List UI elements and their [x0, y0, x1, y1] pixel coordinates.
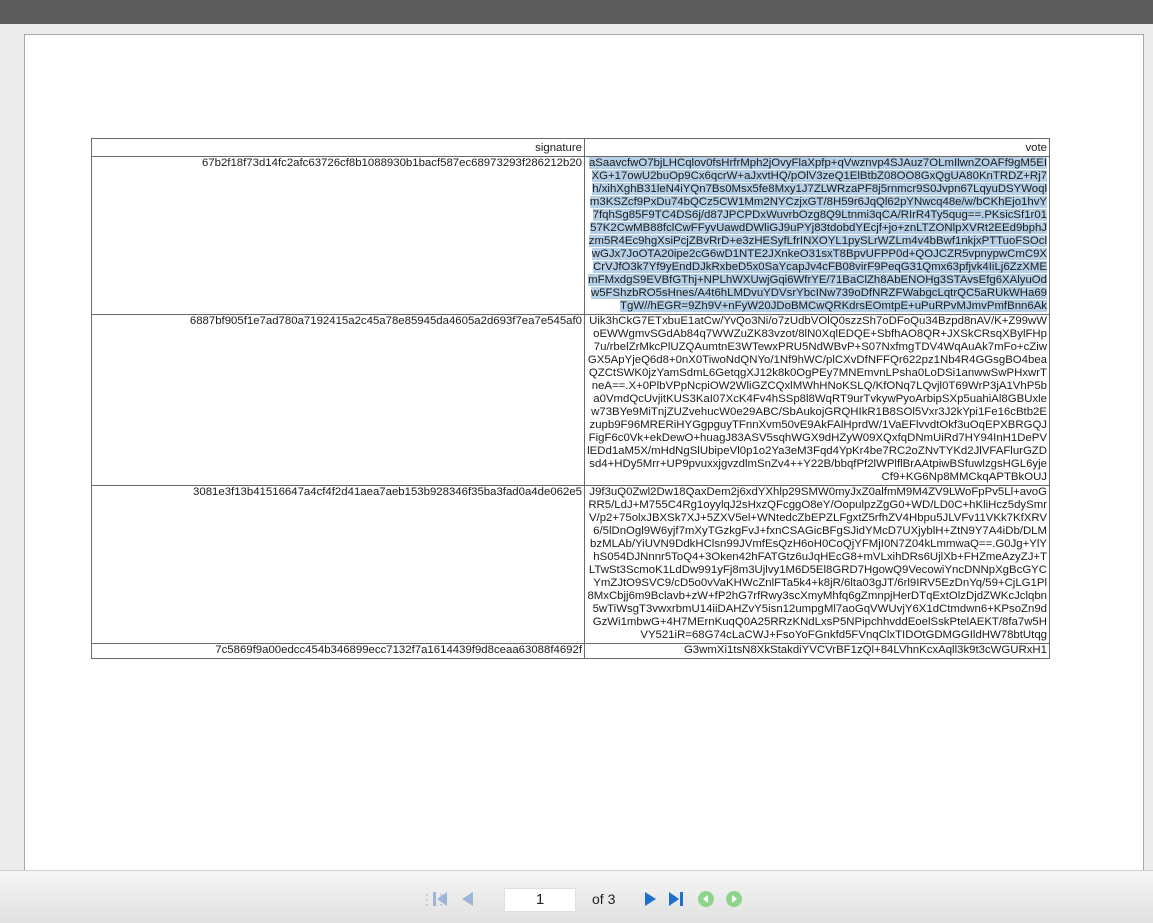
vote-text[interactable]: Uik3hCkG7ETxbuE1atCw/YvQo3Ni/o7zUdbVOlQ0… — [587, 315, 1047, 483]
column-header-signature: signature — [91, 138, 585, 157]
vote-cell[interactable]: J9f3uQ0Zwl2Dw18QaxDem2j6xdYXhlp29SMW0myJ… — [584, 485, 1050, 644]
table-row: 6887bf905f1e7ad780a7192415a2c45a78e85945… — [91, 314, 1050, 486]
signature-text: 67b2f18f73d14fc2afc63726cf8b1088930b1bac… — [201, 157, 582, 169]
back-icon — [698, 891, 714, 907]
vote-cell[interactable]: aSaavcfwO7bjLHCqlov0fsHrfrMph2jOvyFlaXpf… — [584, 156, 1050, 315]
window-top-bar — [0, 0, 1153, 24]
previous-page-button[interactable] — [458, 889, 478, 909]
page-number-input[interactable]: 1 — [504, 888, 576, 912]
column-header-vote: vote — [584, 138, 1050, 157]
grip-icon: ⋮⋮ — [420, 889, 448, 909]
forward-icon — [726, 891, 742, 907]
next-page-button[interactable] — [640, 889, 660, 909]
navigation-toolbar: ⋮⋮ 1 of 3 — [0, 870, 1153, 923]
table-row: 67b2f18f73d14fc2afc63726cf8b1088930b1bac… — [91, 156, 1050, 315]
vote-cell[interactable]: G3wmXi1tsN8XkStakdiYVCVrBF1zQl+84LVhnKcx… — [584, 643, 1050, 659]
previous-page-icon — [462, 892, 473, 906]
forward-button[interactable] — [724, 889, 744, 909]
signature-text: 6887bf905f1e7ad780a7192415a2c45a78e85945… — [189, 315, 582, 327]
last-page-button[interactable] — [666, 889, 686, 909]
vote-text[interactable]: J9f3uQ0Zwl2Dw18QaxDem2j6xdYXhlp29SMW0myJ… — [587, 486, 1047, 641]
signature-text: 3081e3f13b41516647a4cf4f2d41aea7aeb153b9… — [193, 486, 582, 498]
signature-text: 7c5869f9a00edcc454b346899ecc7132f7a16144… — [215, 644, 582, 656]
signature-cell: 3081e3f13b41516647a4cf4f2d41aea7aeb153b9… — [91, 485, 585, 644]
last-page-icon — [669, 892, 683, 906]
page-count-label: of 3 — [592, 891, 616, 907]
next-page-icon — [645, 892, 656, 906]
vote-text[interactable]: G3wmXi1tsN8XkStakdiYVCVrBF1zQl+84LVhnKcx… — [684, 644, 1047, 656]
first-page-icon — [433, 892, 447, 906]
vote-cell[interactable]: Uik3hCkG7ETxbuE1atCw/YvQo3Ni/o7zUdbVOlQ0… — [584, 314, 1050, 486]
table-row: 7c5869f9a00edcc454b346899ecc7132f7a16144… — [91, 643, 1050, 659]
report-page: signature vote 67b2f18f73d14fc2afc63726c… — [24, 34, 1144, 870]
report-viewer[interactable]: signature vote 67b2f18f73d14fc2afc63726c… — [0, 24, 1153, 870]
table-row: 3081e3f13b41516647a4cf4f2d41aea7aeb153b9… — [91, 485, 1050, 644]
first-page-button[interactable] — [430, 889, 450, 909]
back-button[interactable] — [696, 889, 716, 909]
signature-cell: 67b2f18f73d14fc2afc63726cf8b1088930b1bac… — [91, 156, 585, 315]
signature-cell: 6887bf905f1e7ad780a7192415a2c45a78e85945… — [91, 314, 585, 486]
vote-text-selected[interactable]: aSaavcfwO7bjLHCqlov0fsHrfrMph2jOvyFlaXpf… — [588, 157, 1047, 312]
signature-cell: 7c5869f9a00edcc454b346899ecc7132f7a16144… — [91, 643, 585, 659]
table-header-row: signature vote — [91, 138, 1050, 157]
report-table: signature vote 67b2f18f73d14fc2afc63726c… — [91, 138, 1050, 659]
